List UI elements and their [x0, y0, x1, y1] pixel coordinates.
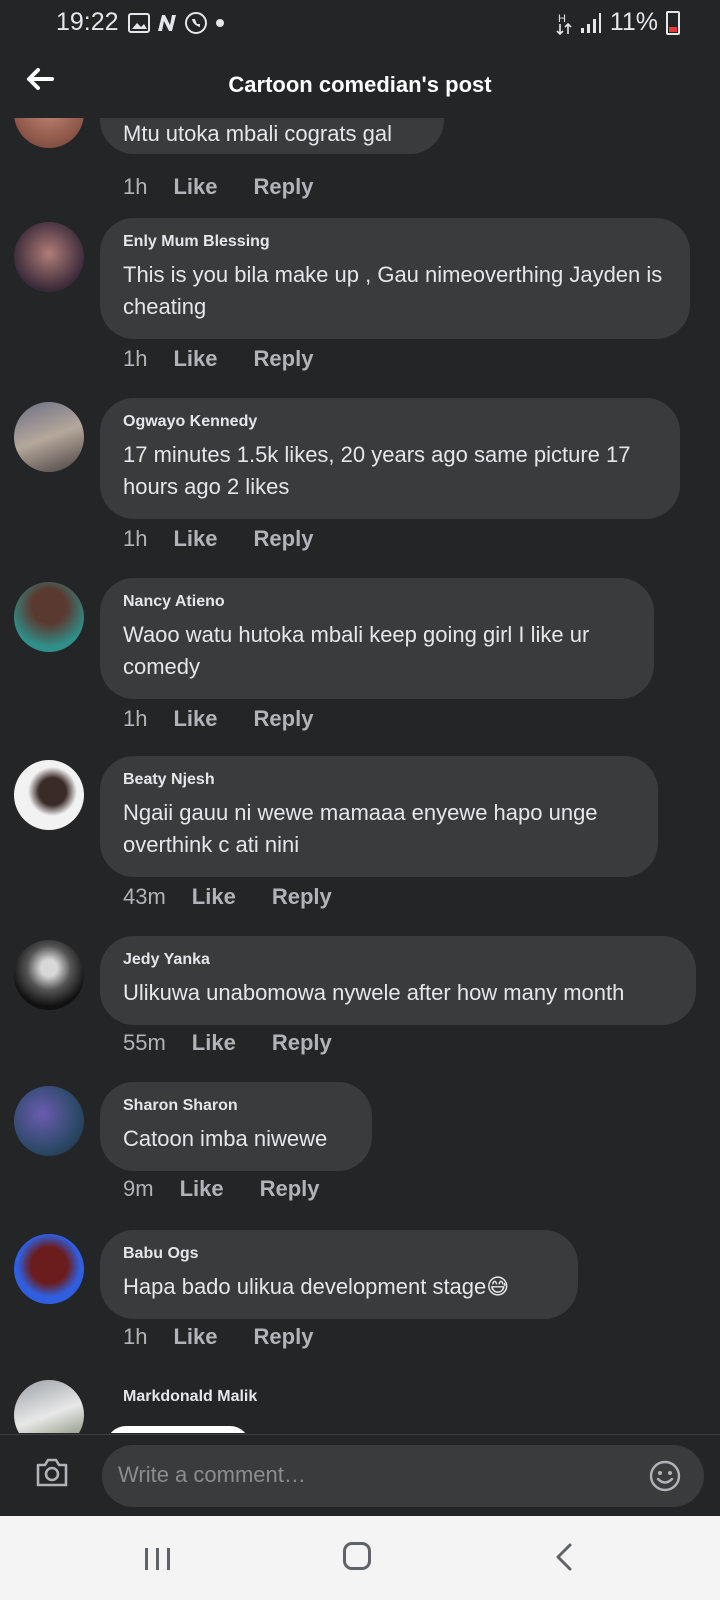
- comment-placeholder: Write a comment…: [118, 1462, 306, 1487]
- status-bar: 19:22 H 11%: [0, 0, 720, 48]
- avatar[interactable]: [14, 402, 84, 472]
- comment-bubble[interactable]: Enly Mum Blessing This is you bila make …: [100, 218, 690, 339]
- like-button[interactable]: Like: [173, 346, 217, 372]
- status-time: 19:22: [56, 8, 119, 36]
- data-arrows-icon: H: [556, 13, 572, 35]
- comment-text: Catoon imba niwewe: [123, 1126, 328, 1151]
- page-title: Cartoon comedian's post: [228, 72, 492, 97]
- comment-text: Waoo watu hutoka mbali keep going girl I…: [123, 622, 590, 679]
- avatar[interactable]: [14, 118, 84, 148]
- reply-button[interactable]: Reply: [254, 174, 314, 200]
- comment-input[interactable]: Write a comment…: [102, 1445, 704, 1507]
- comment-text: 17 minutes 1.5k likes, 20 years ago same…: [123, 442, 631, 499]
- n-icon: [158, 15, 176, 31]
- post-header: Cartoon comedian's post: [0, 52, 720, 118]
- comments-list[interactable]: Mtu utoka mbali cograts gal 1h Like Repl…: [0, 118, 720, 1433]
- avatar[interactable]: [14, 222, 84, 292]
- reply-button[interactable]: Reply: [272, 1030, 332, 1056]
- svg-text:H: H: [558, 13, 566, 25]
- reply-button[interactable]: Reply: [254, 526, 314, 552]
- commenter-name[interactable]: Sharon Sharon: [123, 1097, 348, 1115]
- comment-text: Hapa bado ulikua development stage😅: [123, 1274, 510, 1299]
- like-button[interactable]: Like: [173, 526, 217, 552]
- emoji-icon[interactable]: [648, 1459, 682, 1493]
- back-icon[interactable]: [550, 1542, 578, 1572]
- comment-time: 1h: [123, 174, 148, 199]
- reply-button[interactable]: Reply: [260, 1176, 320, 1202]
- avatar[interactable]: [14, 940, 84, 1010]
- battery-icon: [666, 10, 680, 35]
- avatar[interactable]: [14, 582, 84, 652]
- camera-icon[interactable]: [34, 1455, 70, 1491]
- comment-text: Mtu utoka mbali cograts gal: [123, 121, 393, 146]
- comment-bubble[interactable]: Ogwayo Kennedy 17 minutes 1.5k likes, 20…: [100, 398, 680, 519]
- comment-text: This is you bila make up , Gau nimeovert…: [123, 262, 663, 319]
- comment-bubble[interactable]: Mtu utoka mbali cograts gal: [100, 118, 444, 154]
- comment-bubble[interactable]: Nancy Atieno Waoo watu hutoka mbali keep…: [100, 578, 654, 699]
- comment-time: 43m: [123, 884, 166, 909]
- comment-time: 1h: [123, 526, 148, 551]
- like-button[interactable]: Like: [173, 706, 217, 732]
- avatar[interactable]: [14, 760, 84, 830]
- comment-time: 9m: [123, 1176, 154, 1201]
- comment-text: Ngaii gauu ni wewe mamaaa enyewe hapo un…: [123, 800, 598, 857]
- avatar[interactable]: [14, 1380, 84, 1433]
- commenter-name[interactable]: Nancy Atieno: [123, 593, 630, 611]
- reply-button[interactable]: Reply: [254, 706, 314, 732]
- comment-text: Ulikuwa unabomowa nywele after how many …: [123, 980, 625, 1005]
- battery-percent: 11%: [609, 8, 658, 36]
- commenter-name[interactable]: Beaty Njesh: [123, 771, 634, 789]
- home-icon[interactable]: [343, 1542, 371, 1570]
- commenter-name[interactable]: Ogwayo Kennedy: [123, 413, 656, 431]
- avatar[interactable]: [14, 1234, 84, 1304]
- comment-bubble[interactable]: Jedy Yanka Ulikuwa unabomowa nywele afte…: [100, 936, 696, 1025]
- commenter-name[interactable]: Babu Ogs: [123, 1245, 554, 1263]
- gallery-icon: [128, 13, 150, 33]
- like-button[interactable]: Like: [192, 884, 236, 910]
- reply-button[interactable]: Reply: [254, 1324, 314, 1350]
- whatsapp-icon: [185, 12, 207, 34]
- comment-bubble[interactable]: Beaty Njesh Ngaii gauu ni wewe mamaaa en…: [100, 756, 658, 877]
- commenter-name[interactable]: Enly Mum Blessing: [123, 233, 666, 251]
- like-button[interactable]: Like: [173, 174, 217, 200]
- comment-bubble[interactable]: [106, 1426, 250, 1433]
- signal-icon: [580, 12, 601, 33]
- comment-time: 1h: [123, 1324, 148, 1349]
- comment-time: 1h: [123, 706, 148, 731]
- dot-icon: [216, 19, 224, 27]
- like-button[interactable]: Like: [180, 1176, 224, 1202]
- like-button[interactable]: Like: [173, 1324, 217, 1350]
- like-button[interactable]: Like: [192, 1030, 236, 1056]
- avatar[interactable]: [14, 1086, 84, 1156]
- system-nav-bar: [0, 1516, 720, 1600]
- comment-bubble[interactable]: Sharon Sharon Catoon imba niwewe: [100, 1082, 372, 1171]
- commenter-name[interactable]: Jedy Yanka: [123, 951, 672, 969]
- comment-time: 55m: [123, 1030, 166, 1055]
- comment-time: 1h: [123, 346, 148, 371]
- comment-composer: Write a comment…: [0, 1434, 720, 1517]
- comment-bubble[interactable]: Babu Ogs Hapa bado ulikua development st…: [100, 1230, 578, 1319]
- reply-button[interactable]: Reply: [254, 346, 314, 372]
- reply-button[interactable]: Reply: [272, 884, 332, 910]
- recents-icon[interactable]: [143, 1546, 173, 1572]
- commenter-name[interactable]: Markdonald Malik: [123, 1388, 257, 1406]
